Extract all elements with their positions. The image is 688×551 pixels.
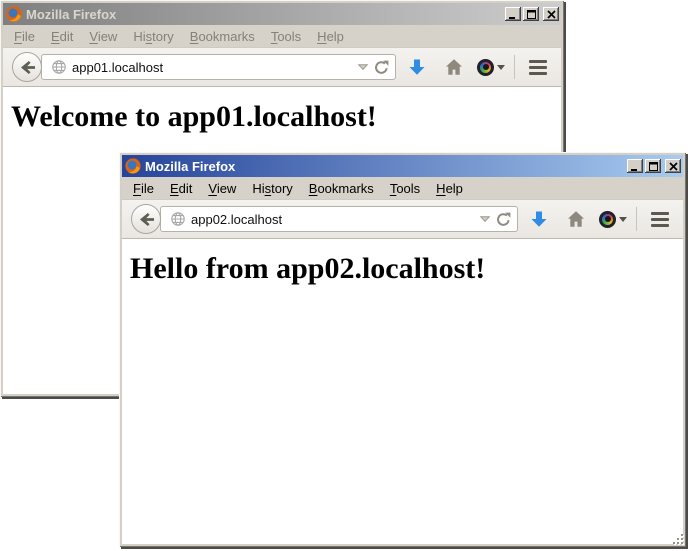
download-icon bbox=[407, 57, 427, 77]
reload-button[interactable] bbox=[496, 212, 511, 227]
browser-window-app02: Mozilla Firefox File Edit View History B… bbox=[119, 152, 686, 547]
back-icon bbox=[19, 60, 36, 75]
minimize-button[interactable] bbox=[627, 159, 643, 173]
app-menu-button[interactable] bbox=[644, 204, 676, 234]
download-icon bbox=[529, 209, 549, 229]
toolbar-separator bbox=[636, 207, 637, 231]
menu-item-history[interactable]: History bbox=[125, 26, 181, 47]
download-button[interactable] bbox=[401, 52, 433, 82]
window-controls bbox=[505, 7, 559, 21]
url-input[interactable] bbox=[191, 212, 474, 227]
url-bar[interactable] bbox=[160, 206, 518, 232]
close-button[interactable] bbox=[543, 7, 559, 21]
url-dropdown-button[interactable] bbox=[358, 64, 368, 70]
menu-item-tools[interactable]: Tools bbox=[263, 26, 309, 47]
firefox-icon bbox=[125, 158, 141, 174]
hamburger-icon bbox=[651, 212, 669, 227]
minimize-button[interactable] bbox=[505, 7, 521, 21]
maximize-icon bbox=[527, 10, 536, 19]
site-identity-icon[interactable] bbox=[171, 212, 185, 226]
app-menu-button[interactable] bbox=[522, 52, 554, 82]
menu-item-file[interactable]: File bbox=[125, 178, 162, 199]
home-button[interactable] bbox=[438, 52, 470, 82]
caret-down-icon bbox=[619, 217, 627, 222]
back-button[interactable] bbox=[12, 52, 42, 82]
close-icon bbox=[669, 162, 678, 171]
window-controls bbox=[627, 159, 681, 173]
menu-item-bookmarks[interactable]: Bookmarks bbox=[182, 26, 263, 47]
window-title: Mozilla Firefox bbox=[145, 159, 623, 174]
minimize-icon bbox=[631, 162, 640, 171]
url-dropdown-button[interactable] bbox=[480, 216, 490, 222]
close-button[interactable] bbox=[665, 159, 681, 173]
reload-button[interactable] bbox=[374, 60, 389, 75]
menu-item-view[interactable]: View bbox=[81, 26, 125, 47]
maximize-button[interactable] bbox=[645, 159, 661, 173]
page-content: Hello from app02.localhost! bbox=[122, 239, 683, 544]
minimize-icon bbox=[509, 10, 518, 19]
caret-down-icon bbox=[497, 65, 505, 70]
menu-item-edit[interactable]: Edit bbox=[162, 178, 200, 199]
firefox-icon bbox=[6, 6, 22, 22]
search-engine-button[interactable] bbox=[475, 52, 507, 82]
back-icon bbox=[138, 212, 155, 227]
site-identity-icon[interactable] bbox=[52, 60, 66, 74]
back-button[interactable] bbox=[131, 204, 161, 234]
navigation-toolbar bbox=[3, 48, 561, 87]
menu-item-bookmarks[interactable]: Bookmarks bbox=[301, 178, 382, 199]
window-title: Mozilla Firefox bbox=[26, 7, 501, 22]
reload-icon bbox=[374, 60, 389, 75]
titlebar[interactable]: Mozilla Firefox bbox=[122, 155, 683, 177]
page-heading: Welcome to app01.localhost! bbox=[11, 100, 561, 134]
titlebar[interactable]: Mozilla Firefox bbox=[3, 3, 561, 25]
hamburger-icon bbox=[529, 60, 547, 75]
menu-item-file[interactable]: File bbox=[6, 26, 43, 47]
download-button[interactable] bbox=[523, 204, 555, 234]
home-icon bbox=[444, 57, 464, 77]
maximize-icon bbox=[649, 162, 658, 171]
menu-item-edit[interactable]: Edit bbox=[43, 26, 81, 47]
chevron-down-icon bbox=[480, 216, 490, 222]
search-engine-button[interactable] bbox=[597, 204, 629, 234]
menu-item-help[interactable]: Help bbox=[428, 178, 471, 199]
home-button[interactable] bbox=[560, 204, 592, 234]
search-engine-icon bbox=[599, 211, 616, 228]
toolbar-separator bbox=[514, 55, 515, 79]
desktop: { "app": { "name": "Mozilla Firefox" }, … bbox=[0, 0, 688, 551]
chevron-down-icon bbox=[358, 64, 368, 70]
navigation-toolbar bbox=[122, 200, 683, 239]
menubar: File Edit View History Bookmarks Tools H… bbox=[122, 177, 683, 200]
home-icon bbox=[566, 209, 586, 229]
reload-icon bbox=[496, 212, 511, 227]
menu-item-view[interactable]: View bbox=[200, 178, 244, 199]
page-heading: Hello from app02.localhost! bbox=[130, 252, 683, 286]
menu-item-help[interactable]: Help bbox=[309, 26, 352, 47]
url-input[interactable] bbox=[72, 60, 352, 75]
menu-item-history[interactable]: History bbox=[244, 178, 300, 199]
resize-grip[interactable] bbox=[672, 533, 685, 546]
url-bar[interactable] bbox=[41, 54, 396, 80]
close-icon bbox=[547, 10, 556, 19]
maximize-button[interactable] bbox=[523, 7, 539, 21]
search-engine-icon bbox=[477, 59, 494, 76]
menu-item-tools[interactable]: Tools bbox=[382, 178, 428, 199]
menubar: File Edit View History Bookmarks Tools H… bbox=[3, 25, 561, 48]
